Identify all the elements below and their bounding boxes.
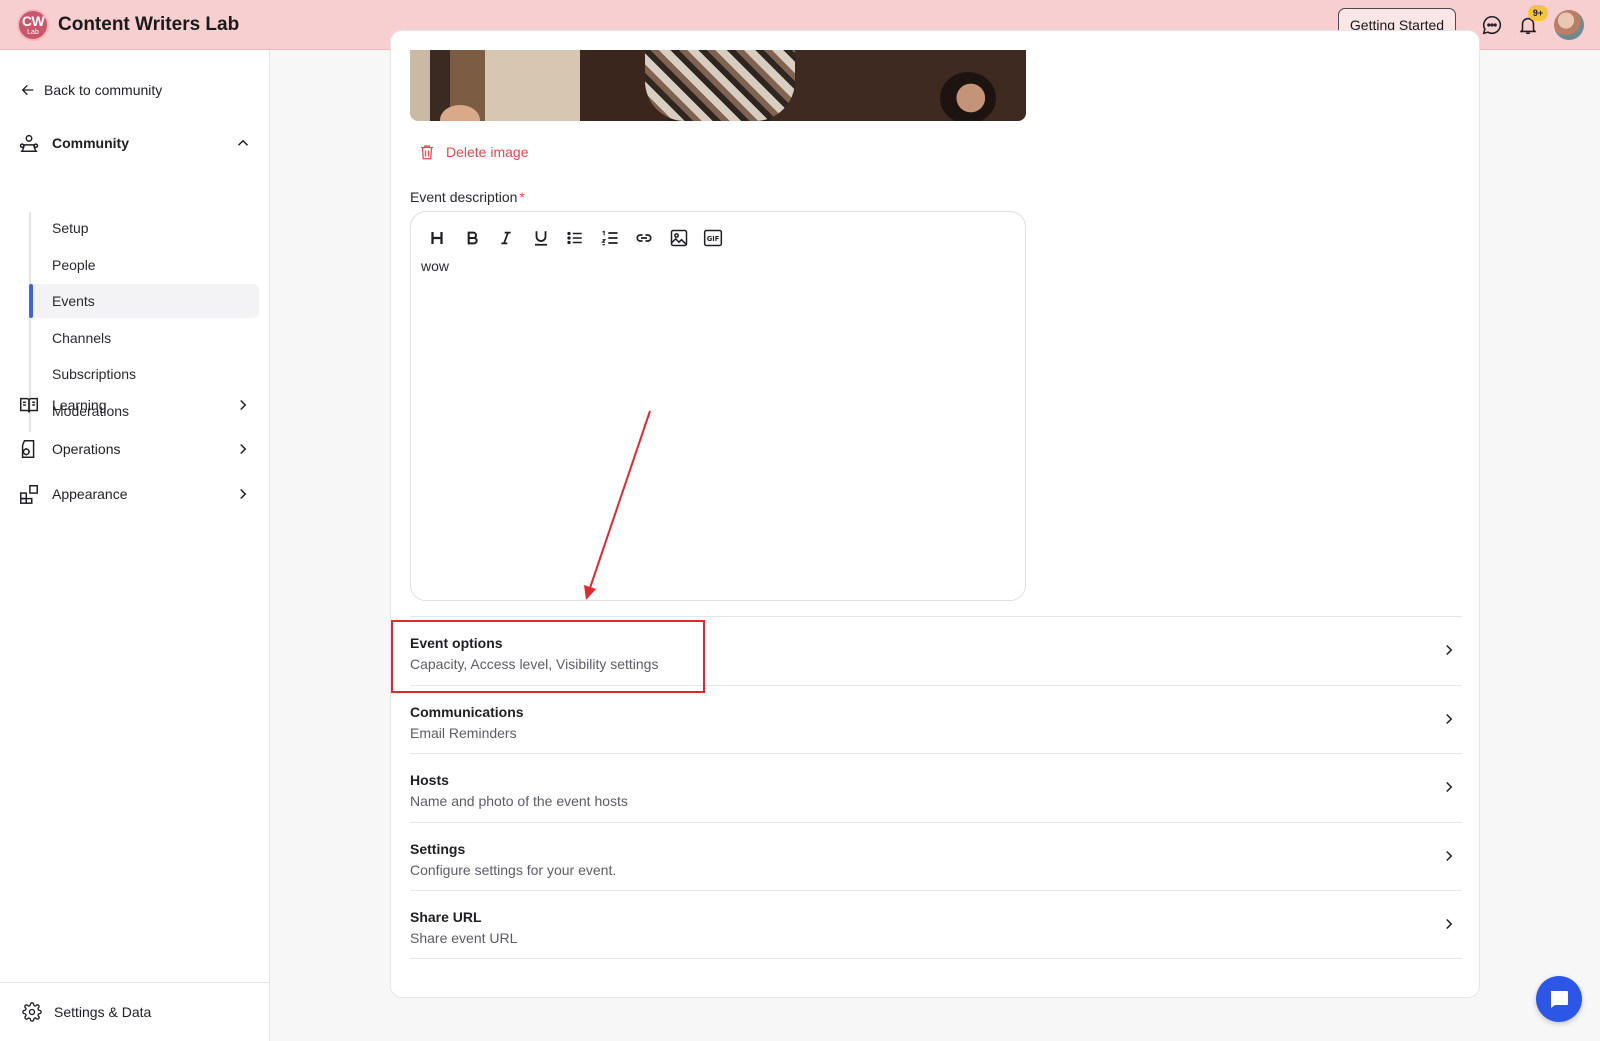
- settings-and-data-label: Settings & Data: [54, 1004, 152, 1020]
- required-asterisk: *: [519, 189, 525, 205]
- annotation-highlight-box: [391, 620, 705, 693]
- image-icon[interactable]: [667, 226, 691, 250]
- sidebar-item-setup[interactable]: Setup: [29, 211, 259, 245]
- support-chat-button[interactable]: [1536, 976, 1582, 1022]
- delete-image-label: Delete image: [446, 144, 529, 160]
- settings-and-data-link[interactable]: Settings & Data: [0, 982, 269, 1041]
- chevron-right-icon: [1446, 850, 1453, 861]
- community-logo[interactable]: CW Lab: [17, 9, 49, 41]
- sidebar-group-label: Learning: [52, 397, 107, 413]
- trash-icon: [421, 145, 433, 160]
- user-avatar[interactable]: [1554, 10, 1584, 40]
- event-description-editor[interactable]: GIF wow: [410, 211, 1026, 601]
- sidebar-group-label: Appearance: [52, 486, 128, 502]
- section-subtitle: Name and photo of the event hosts: [410, 793, 628, 809]
- community-icon: [19, 134, 39, 152]
- chevron-right-icon: [1446, 781, 1453, 793]
- section-hosts[interactable]: Hosts Name and photo of the event hosts: [410, 753, 1462, 822]
- sidebar-group-label: Operations: [52, 441, 121, 457]
- section-share-url[interactable]: Share URL Share event URL: [410, 890, 1462, 959]
- notification-badge: 9+: [1528, 5, 1548, 21]
- chevron-right-icon[interactable]: [234, 396, 252, 414]
- svg-text:GIF: GIF: [707, 235, 720, 243]
- section-settings[interactable]: Settings Configure settings for your eve…: [410, 821, 1462, 891]
- gif-icon[interactable]: GIF: [701, 226, 725, 250]
- italic-icon[interactable]: [494, 226, 518, 250]
- sidebar: Back to community Community Setup People…: [0, 50, 270, 1041]
- section-subtitle: Email Reminders: [410, 724, 517, 741]
- arrow-left-icon: [21, 84, 34, 96]
- numbered-list-icon[interactable]: [598, 226, 622, 250]
- chevron-right-icon: [1446, 713, 1453, 724]
- back-to-community-link[interactable]: Back to community: [20, 82, 162, 98]
- back-label: Back to community: [44, 82, 163, 98]
- event-cover-image: [410, 50, 1026, 121]
- editor-toolbar: GIF: [425, 226, 736, 250]
- sidebar-group-appearance[interactable]: Appearance: [18, 480, 254, 508]
- sidebar-item-channels[interactable]: Channels: [29, 321, 259, 355]
- chevron-right-icon: [1446, 644, 1453, 656]
- section-subtitle: Configure settings for your event.: [410, 861, 617, 878]
- chat-bubble-icon: [1550, 991, 1568, 1008]
- bullet-list-icon[interactable]: [563, 226, 587, 250]
- chat-bubble-icon[interactable]: [1481, 14, 1503, 36]
- book-icon: [20, 397, 38, 413]
- section-title: Settings: [410, 840, 466, 857]
- bold-icon[interactable]: [460, 226, 484, 250]
- sidebar-group-community[interactable]: Community: [18, 129, 254, 157]
- appearance-icon: [20, 485, 38, 504]
- operations-icon: [21, 440, 35, 458]
- section-communications[interactable]: Communications Email Reminders: [410, 684, 1462, 754]
- sidebar-group-learning[interactable]: Learning: [18, 391, 254, 419]
- event-description-text[interactable]: wow: [421, 258, 449, 274]
- sidebar-group-operations[interactable]: Operations: [18, 435, 254, 463]
- event-description-label: Event description *: [410, 189, 525, 205]
- sidebar-item-people[interactable]: People: [29, 248, 259, 282]
- chevron-right-icon[interactable]: [234, 440, 252, 458]
- underline-icon[interactable]: [529, 226, 553, 250]
- chevron-up-icon[interactable]: [234, 134, 252, 152]
- section-subtitle: Share event URL: [410, 930, 518, 946]
- section-title: Share URL: [410, 909, 482, 925]
- chevron-right-icon[interactable]: [234, 485, 252, 503]
- sidebar-group-label: Community: [52, 135, 129, 151]
- link-icon[interactable]: [632, 226, 656, 250]
- sidebar-item-subscriptions[interactable]: Subscriptions: [29, 357, 259, 391]
- community-name[interactable]: Content Writers Lab: [58, 14, 239, 36]
- heading-icon[interactable]: [425, 226, 449, 250]
- chevron-right-icon: [1446, 918, 1453, 930]
- delete-image-button[interactable]: Delete image: [418, 142, 529, 162]
- section-title: Communications: [410, 703, 524, 720]
- sidebar-item-events[interactable]: Events: [29, 284, 259, 318]
- gear-icon: [22, 1002, 42, 1022]
- section-title: Hosts: [410, 772, 449, 788]
